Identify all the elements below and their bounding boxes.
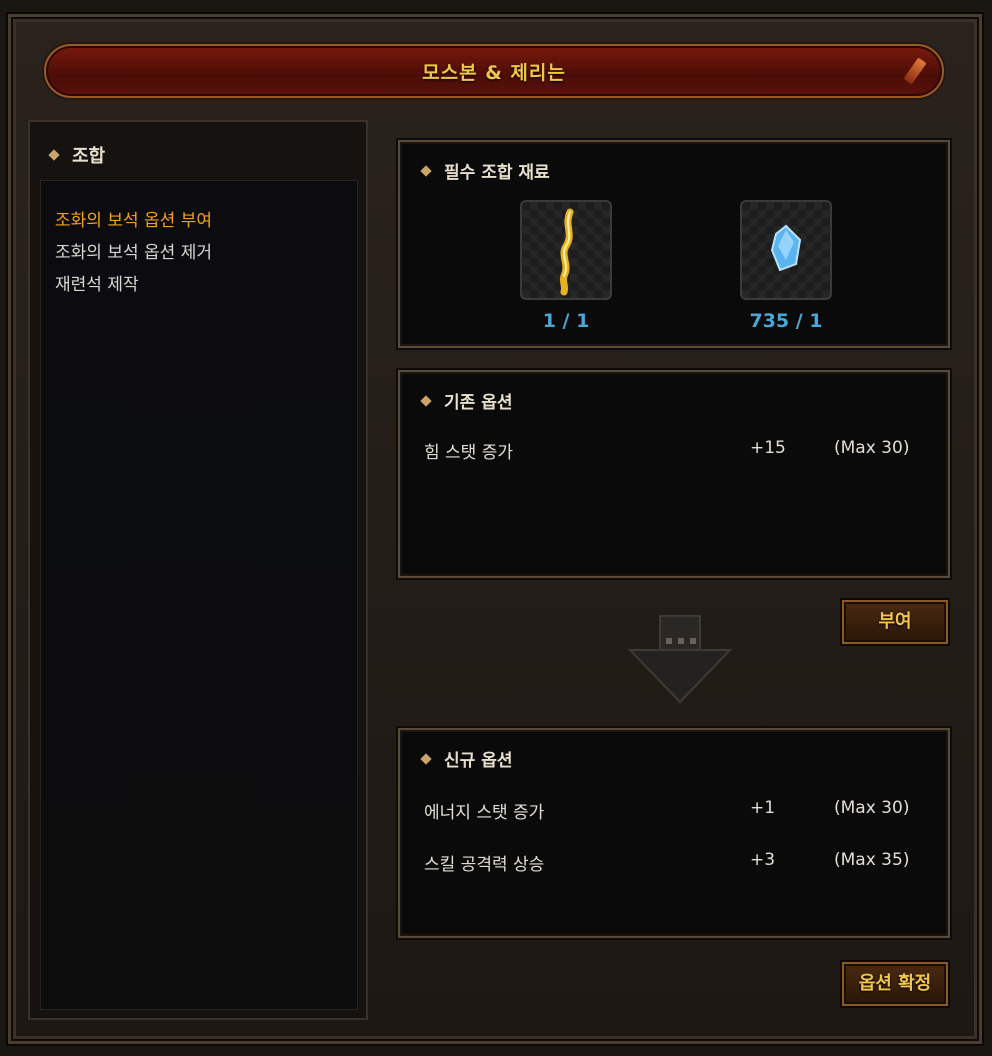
- new-options-header-label: 신규 옵션: [444, 751, 513, 771]
- title-bar: 모스본 & 제리는: [44, 44, 944, 98]
- confirm-option-button[interactable]: 옵션 확정: [842, 962, 948, 1006]
- option-value: +1: [750, 798, 776, 818]
- combination-item-refine-stone[interactable]: 재련석 제작: [55, 269, 357, 301]
- combination-item-remove-option[interactable]: 조화의 보석 옵션 제거: [55, 237, 357, 269]
- combination-list: 조화의 보석 옵션 부여 조화의 보석 옵션 제거 재련석 제작: [40, 180, 358, 1010]
- gold-horn-icon: [559, 208, 574, 296]
- existing-options-header: 기존 옵션: [420, 388, 513, 413]
- option-value: +15: [750, 438, 786, 458]
- existing-options-header-label: 기존 옵션: [444, 393, 513, 413]
- combination-header-label: 조합: [72, 146, 106, 167]
- diamond-bullet-icon: [420, 752, 432, 765]
- option-max: (Max 35): [834, 850, 910, 870]
- diamond-bullet-icon: [48, 149, 60, 161]
- materials-header: 필수 조합 재료: [420, 158, 550, 183]
- grant-button[interactable]: 부여: [842, 600, 948, 644]
- diamond-bullet-icon: [420, 164, 432, 177]
- combination-panel: 조합 조화의 보석 옵션 부여 조화의 보석 옵션 제거 재련석 제작: [28, 120, 368, 1020]
- option-max: (Max 30): [834, 438, 910, 458]
- material-slot-1[interactable]: 1 / 1: [520, 200, 612, 332]
- material-slot-frame: [520, 200, 612, 300]
- combination-item-add-option[interactable]: 조화의 보석 옵션 부여: [55, 205, 357, 237]
- diamond-bullet-icon: [420, 394, 432, 407]
- blue-jewel-icon: [770, 224, 802, 272]
- existing-options-box: 기존 옵션 힘 스탯 증가 +15 (Max 30): [398, 370, 950, 578]
- required-materials-box: 필수 조합 재료 1 / 1 735 / 1: [398, 140, 950, 348]
- material-count: 735 / 1: [749, 310, 823, 332]
- window-title: 모스본 & 제리는: [422, 61, 566, 84]
- new-options-header: 신규 옵션: [420, 746, 513, 771]
- down-arrow-icon: [627, 615, 733, 704]
- materials-header-label: 필수 조합 재료: [444, 163, 550, 183]
- material-slot-frame: [740, 200, 832, 300]
- option-name: 에너지 스탯 증가: [424, 803, 545, 823]
- option-max: (Max 30): [834, 798, 910, 818]
- option-name: 스킬 공격력 상승: [424, 855, 545, 875]
- material-count: 1 / 1: [542, 310, 590, 332]
- combination-header: 조합: [48, 142, 106, 168]
- new-options-box: 신규 옵션 에너지 스탯 증가 +1 (Max 30) 스킬 공격력 상승 +3…: [398, 728, 950, 938]
- material-slot-2[interactable]: 735 / 1: [740, 200, 832, 332]
- quill-icon: [903, 57, 927, 85]
- option-value: +3: [750, 850, 776, 870]
- option-name: 힘 스탯 증가: [424, 443, 514, 463]
